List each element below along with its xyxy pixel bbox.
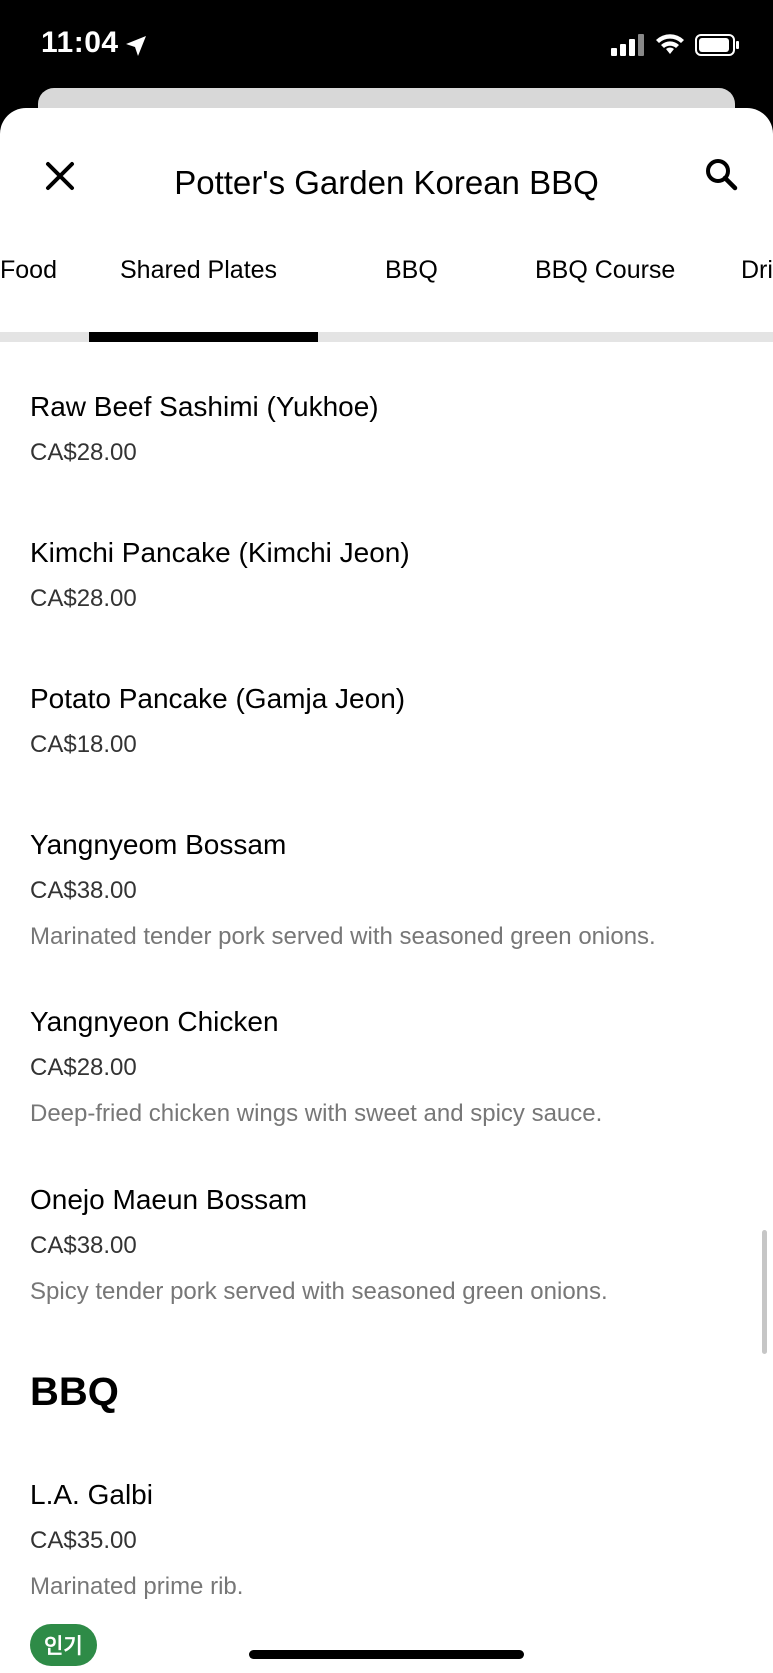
category-tabs: Food Shared Plates BBQ BBQ Course Dri	[0, 256, 773, 306]
item-price: CA$28.00	[30, 585, 137, 612]
item-price: CA$18.00	[30, 731, 137, 758]
location-arrow-icon	[126, 36, 146, 56]
tab-drinks[interactable]: Dri	[741, 256, 773, 285]
menu-sheet: Potter's Garden Korean BBQ Food Shared P…	[0, 108, 773, 1673]
menu-item[interactable]: Raw Beef Sashimi (Yukhoe) CA$28.00	[30, 390, 750, 468]
item-name: Yangnyeom Bossam	[30, 829, 287, 860]
item-price: CA$28.00	[30, 1054, 137, 1081]
item-name: L.A. Galbi	[30, 1479, 153, 1510]
tab-food[interactable]: Food	[0, 256, 57, 285]
home-indicator[interactable]	[249, 1650, 524, 1659]
item-description: Deep-fried chicken wings with sweet and …	[30, 1100, 603, 1127]
wifi-icon	[656, 34, 684, 54]
item-name: Onejo Maeun Bossam	[30, 1184, 308, 1215]
menu-item[interactable]: Kimchi Pancake (Kimchi Jeon) CA$28.00	[30, 536, 750, 614]
item-price: CA$35.00	[30, 1527, 137, 1554]
tab-bbq-course[interactable]: BBQ Course	[535, 256, 675, 285]
status-time: 11:04	[41, 26, 119, 59]
menu-item[interactable]: Yangnyeom Bossam CA$38.00 Marinated tend…	[30, 828, 750, 952]
item-description: Spicy tender pork served with seasoned g…	[30, 1278, 608, 1305]
sheet-header: Potter's Garden Korean BBQ	[0, 108, 773, 228]
item-price: CA$38.00	[30, 877, 137, 904]
section-heading-bbq: BBQ	[30, 1370, 119, 1414]
item-price: CA$38.00	[30, 1232, 137, 1259]
item-name: Raw Beef Sashimi (Yukhoe)	[30, 391, 379, 422]
menu-item[interactable]: Onejo Maeun Bossam CA$38.00 Spicy tender…	[30, 1183, 750, 1307]
popular-badge: 인기	[30, 1624, 97, 1666]
active-tab-indicator	[89, 332, 318, 342]
item-price: CA$28.00	[30, 439, 137, 466]
status-icons	[611, 34, 741, 56]
item-name: Potato Pancake (Gamja Jeon)	[30, 683, 406, 714]
tab-bbq[interactable]: BBQ	[385, 256, 438, 285]
battery-icon	[695, 34, 739, 56]
item-name: Yangnyeon Chicken	[30, 1006, 279, 1037]
search-button[interactable]	[699, 152, 743, 196]
signal-icon	[611, 34, 644, 56]
item-description: Marinated prime rib.	[30, 1573, 244, 1600]
status-bar: 11:04	[0, 0, 773, 100]
menu-item[interactable]: L.A. Galbi CA$35.00 Marinated prime rib.	[30, 1478, 750, 1602]
menu-item[interactable]: Yangnyeon Chicken CA$28.00 Deep-fried ch…	[30, 1005, 750, 1129]
restaurant-title: Potter's Garden Korean BBQ	[174, 164, 599, 201]
tab-shared-plates[interactable]: Shared Plates	[120, 256, 277, 285]
menu-item[interactable]: Potato Pancake (Gamja Jeon) CA$18.00	[30, 682, 750, 760]
item-name: Kimchi Pancake (Kimchi Jeon)	[30, 537, 410, 568]
scrollbar[interactable]	[762, 1230, 767, 1354]
item-description: Marinated tender pork served with season…	[30, 923, 656, 950]
search-icon	[706, 159, 738, 191]
